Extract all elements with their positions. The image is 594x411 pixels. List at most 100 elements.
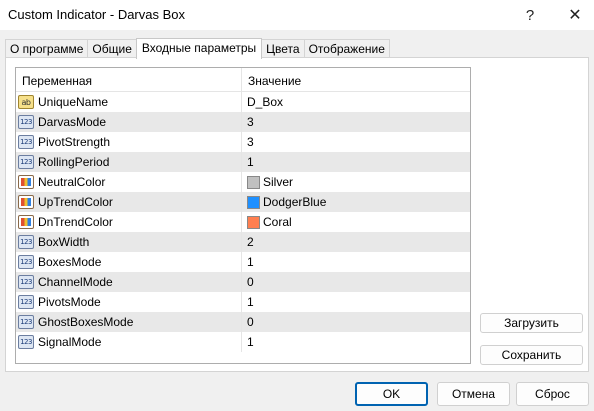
parameter-row[interactable]: 123 PivotsMode 1 — [16, 292, 470, 312]
parameter-row[interactable]: ab UniqueName D_Box — [16, 92, 470, 112]
parameter-name: GhostBoxesMode — [38, 315, 134, 329]
parameter-value[interactable]: 1 — [247, 295, 254, 309]
tab-colors[interactable]: Цвета — [261, 39, 305, 58]
parameter-value-text: 0 — [247, 315, 254, 329]
parameter-value-text: 1 — [247, 295, 254, 309]
parameter-name: UniqueName — [38, 95, 109, 109]
column-divider — [241, 68, 242, 92]
parameter-name: BoxesMode — [38, 255, 102, 269]
ok-button[interactable]: OK — [355, 382, 428, 406]
parameter-value[interactable]: 1 — [247, 335, 254, 349]
parameters-grid: Переменная Значение ab UniqueName D_Box 123… — [15, 67, 471, 364]
title-bar: Custom Indicator - Darvas Box ? ✕ — [0, 0, 594, 30]
parameter-row[interactable]: 123 BoxWidth 2 — [16, 232, 470, 252]
parameter-name: UpTrendColor — [38, 195, 113, 209]
parameter-row[interactable]: NeutralColor Silver — [16, 172, 470, 192]
parameter-value[interactable]: 1 — [247, 255, 254, 269]
integer-icon: 123 — [18, 115, 34, 129]
parameter-value[interactable]: DodgerBlue — [247, 195, 326, 209]
column-divider — [241, 292, 242, 312]
help-button[interactable]: ? — [515, 3, 545, 27]
parameter-name: BoxWidth — [38, 235, 90, 249]
parameter-name: DarvasMode — [38, 115, 107, 129]
tab-inputs[interactable]: Входные параметры — [135, 38, 263, 59]
window-title: Custom Indicator - Darvas Box — [8, 7, 186, 22]
save-button[interactable]: Сохранить — [480, 345, 583, 365]
parameter-value-text: D_Box — [247, 95, 284, 109]
color-swatch — [247, 195, 260, 209]
parameter-value-text: Silver — [263, 175, 294, 189]
integer-icon: 123 — [18, 315, 34, 329]
parameter-name: DnTrendColor — [38, 215, 113, 229]
color-swatch — [247, 175, 260, 189]
parameter-value[interactable]: Silver — [247, 175, 293, 189]
parameter-value-text: 1 — [247, 155, 254, 169]
parameter-value[interactable]: 2 — [247, 235, 254, 249]
integer-icon: 123 — [18, 295, 34, 309]
parameter-value[interactable]: 1 — [247, 155, 254, 169]
parameter-value-text: 1 — [247, 255, 254, 269]
tab-visualization[interactable]: Отображение — [303, 39, 390, 58]
parameter-value[interactable]: D_Box — [247, 95, 283, 109]
parameter-row[interactable]: DnTrendColor Coral — [16, 212, 470, 232]
column-divider — [241, 252, 242, 272]
column-divider — [241, 152, 242, 172]
parameter-row[interactable]: 123 DarvasMode 3 — [16, 112, 470, 132]
parameter-name: RollingPeriod — [38, 155, 110, 169]
parameter-name: PivotsMode — [38, 295, 101, 309]
tab-strip: О программе Общие Входные параметры Цвет… — [5, 38, 390, 59]
column-header-value[interactable]: Значение — [248, 74, 301, 88]
close-button[interactable]: ✕ — [560, 3, 590, 27]
column-divider — [241, 212, 242, 232]
integer-icon: 123 — [18, 275, 34, 289]
reset-button[interactable]: Сброс — [516, 382, 589, 406]
parameter-value[interactable]: 3 — [247, 115, 254, 129]
integer-icon: 123 — [18, 135, 34, 149]
parameter-row[interactable]: 123 RollingPeriod 1 — [16, 152, 470, 172]
tab-common[interactable]: Общие — [87, 39, 137, 58]
column-divider — [241, 172, 242, 192]
integer-icon: 123 — [18, 255, 34, 269]
parameter-row[interactable]: 123 PivotStrength 3 — [16, 132, 470, 152]
column-divider — [241, 92, 242, 112]
parameter-name: SignalMode — [38, 335, 102, 349]
color-icon — [18, 215, 34, 229]
parameter-value[interactable]: 0 — [247, 275, 254, 289]
parameter-value-text: DodgerBlue — [263, 195, 327, 209]
grid-header: Переменная Значение — [16, 68, 470, 92]
color-icon — [18, 195, 34, 209]
parameter-name: PivotStrength — [38, 135, 111, 149]
parameter-value[interactable]: 3 — [247, 135, 254, 149]
parameter-value[interactable]: Coral — [247, 215, 292, 229]
color-icon — [18, 175, 34, 189]
grid-rows: ab UniqueName D_Box 123 DarvasMode 3 123 PivotS… — [16, 92, 470, 352]
parameter-value-text: 2 — [247, 235, 254, 249]
parameter-value[interactable]: 0 — [247, 315, 254, 329]
column-divider — [241, 112, 242, 132]
column-divider — [241, 312, 242, 332]
load-button[interactable]: Загрузить — [480, 313, 583, 333]
parameter-name: NeutralColor — [38, 175, 106, 189]
integer-icon: 123 — [18, 235, 34, 249]
integer-icon: 123 — [18, 335, 34, 349]
parameter-row[interactable]: 123 SignalMode 1 — [16, 332, 470, 352]
parameter-row[interactable]: 123 ChannelMode 0 — [16, 272, 470, 292]
cancel-button[interactable]: Отмена — [437, 382, 510, 406]
parameter-row[interactable]: UpTrendColor DodgerBlue — [16, 192, 470, 212]
tab-about[interactable]: О программе — [5, 39, 89, 58]
column-divider — [241, 132, 242, 152]
parameter-name: ChannelMode — [38, 275, 113, 289]
column-divider — [241, 272, 242, 292]
parameter-row[interactable]: 123 BoxesMode 1 — [16, 252, 470, 272]
parameter-value-text: 3 — [247, 135, 254, 149]
column-divider — [241, 332, 242, 352]
string-icon: ab — [18, 95, 34, 109]
column-divider — [241, 232, 242, 252]
parameter-row[interactable]: 123 GhostBoxesMode 0 — [16, 312, 470, 332]
parameter-value-text: 0 — [247, 275, 254, 289]
parameter-value-text: 1 — [247, 335, 254, 349]
column-divider — [241, 192, 242, 212]
color-swatch — [247, 215, 260, 229]
column-header-variable[interactable]: Переменная — [22, 74, 92, 88]
integer-icon: 123 — [18, 155, 34, 169]
